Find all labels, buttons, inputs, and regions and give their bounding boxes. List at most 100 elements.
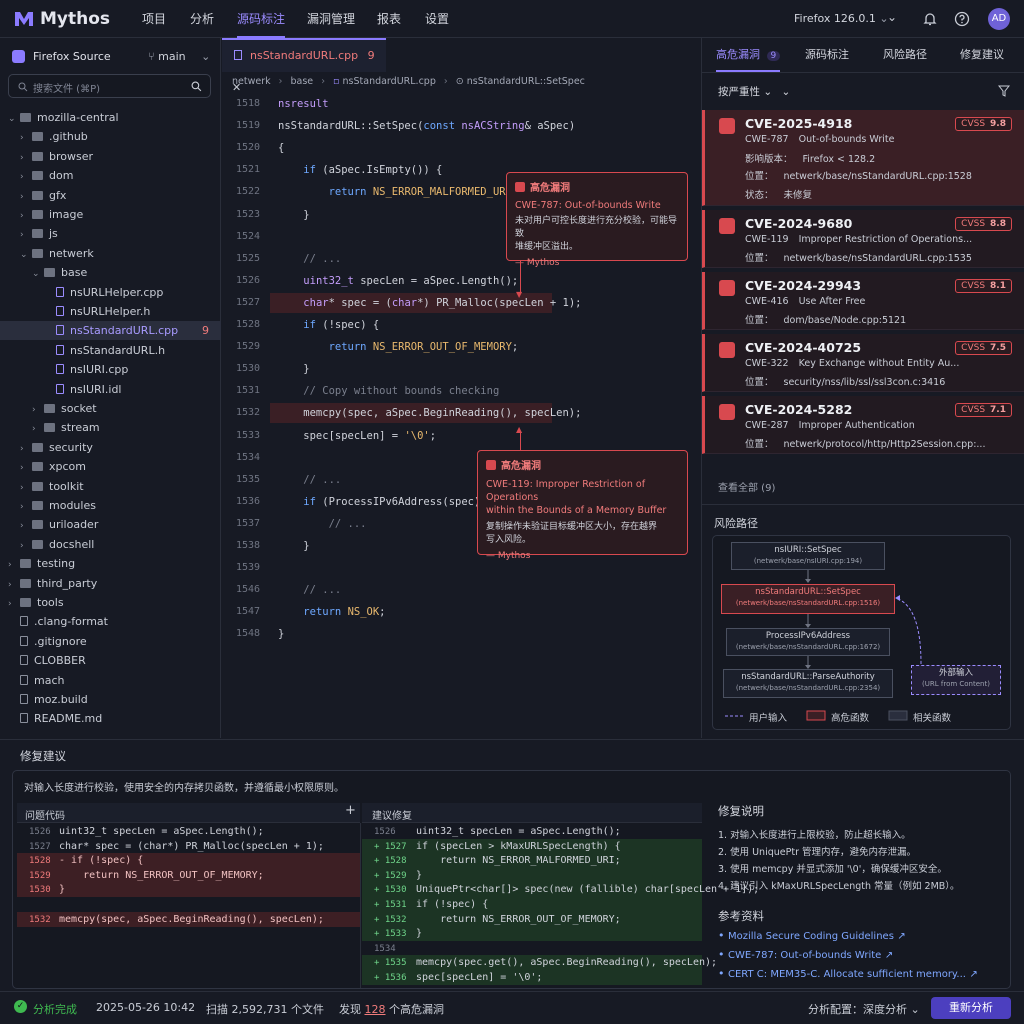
reference-link[interactable]: • Mozilla Secure Coding Guidelines ↗	[718, 929, 978, 948]
chevron-right-icon[interactable]: ›	[20, 517, 32, 536]
reference-link[interactable]: • CWE-787: Out-of-bounds Write ↗	[718, 948, 978, 967]
location-value[interactable]: dom/base/Node.cpp:5121	[784, 315, 907, 326]
tree-item-dom[interactable]: › dom	[0, 166, 221, 185]
tree-item-nsstandardurl-cpp[interactable]: nsStandardURL.cpp 9	[0, 321, 221, 341]
tree-item-docshell[interactable]: › docshell	[0, 535, 221, 554]
chevron-right-icon[interactable]: ›	[20, 149, 32, 168]
nav-reports[interactable]: 报表	[377, 0, 401, 38]
analysis-config-select[interactable]: 分析配置：深度分析 ⌄	[808, 1001, 920, 1017]
chevron-down-icon[interactable]: ⌄	[32, 265, 44, 284]
filter-icon[interactable]	[998, 85, 1010, 97]
browser-version-select[interactable]: Firefox 126.0.1 ⌄	[794, 12, 889, 25]
add-icon[interactable]: +	[345, 803, 356, 818]
tree-item-third-party[interactable]: › third_party	[0, 574, 221, 593]
branch-selector[interactable]: ⑂ main ⌄	[148, 50, 210, 63]
breadcrumb-netwerk[interactable]: netwerk	[232, 76, 271, 87]
expand-icon[interactable]: ⌄	[887, 10, 897, 24]
reanalyze-button[interactable]: 重新分析	[931, 997, 1011, 1019]
tree-item-gitignore[interactable]: .gitignore	[0, 632, 221, 651]
cve-card-cve-2024-9680[interactable]: CVE-2024-9680 CVSS 8.8 CWE-119 Improper Rest…	[702, 210, 1024, 268]
location-value[interactable]: security/nss/lib/ssl/ssl3con.c:3416	[784, 377, 946, 388]
view-all-link[interactable]: 查看全部 (9)	[718, 479, 775, 494]
tree-item-nsurlhelper-cpp[interactable]: nsURLHelper.cpp	[0, 283, 221, 302]
breadcrumb-base[interactable]: base	[291, 76, 314, 87]
tree-item-uriloader[interactable]: › uriloader	[0, 515, 221, 534]
tree-item-nsiuri-cpp[interactable]: nsIURI.cpp	[0, 360, 221, 379]
chevron-right-icon[interactable]: ›	[20, 226, 32, 245]
tree-item-moz-build[interactable]: moz.build	[0, 690, 221, 709]
tree-item-security[interactable]: › security	[0, 438, 221, 457]
chevron-right-icon[interactable]: ›	[20, 537, 32, 556]
search-submit-icon[interactable]	[191, 81, 202, 92]
tree-item-js[interactable]: › js	[0, 224, 221, 243]
chevron-right-icon[interactable]: ›	[20, 207, 32, 226]
source-selector[interactable]: Firefox Source	[12, 50, 111, 63]
tree-item-nsiuri-idl[interactable]: nsIURI.idl	[0, 380, 221, 399]
app-logo[interactable]: Mythos	[14, 9, 136, 29]
tree-item-gfx[interactable]: › gfx	[0, 186, 221, 205]
graph-node-processipv6address[interactable]: ProcessIPv6Address (netwerk/base/nsStanda…	[726, 628, 890, 656]
tree-item-clang-format[interactable]: .clang-format	[0, 612, 221, 631]
graph-node-external-input[interactable]: 外部输入 (URL from Content)	[911, 665, 1001, 695]
breadcrumb-file[interactable]: nsStandardURL.cpp	[343, 76, 436, 87]
tree-item-modules[interactable]: › modules	[0, 496, 221, 515]
file-search-input[interactable]: 搜索文件 (⌘P)	[8, 74, 211, 98]
cve-card-cve-2025-4918[interactable]: CVE-2025-4918 CVSS 9.8 CWE-787 Out-of-bounds…	[702, 110, 1024, 206]
tree-item-toolkit[interactable]: › toolkit	[0, 477, 221, 496]
reference-link[interactable]: • CERT C: MEM35-C. Allocate sufficient m…	[718, 967, 978, 986]
tree-item-base[interactable]: ⌄ base	[0, 263, 221, 282]
tree-item-nsstandardurl-h[interactable]: nsStandardURL.h	[0, 341, 221, 360]
tab-fix-suggestion[interactable]: 修复建议	[960, 38, 1004, 72]
tab-source-annotation[interactable]: 源码标注	[805, 38, 849, 72]
graph-node-nsiuri-setspec[interactable]: nsIURI::SetSpec (netwerk/base/nsIURI.cpp:…	[731, 542, 885, 570]
chevron-right-icon[interactable]: ›	[32, 401, 44, 420]
tree-item-image[interactable]: › image	[0, 205, 221, 224]
tree-item-mozilla-central[interactable]: ⌄ mozilla-central	[0, 108, 221, 127]
tree-item-xpcom[interactable]: › xpcom	[0, 457, 221, 476]
graph-node-nsstandardurl-setspec[interactable]: nsStandardURL::SetSpec (netwerk/base/nsSt…	[721, 584, 895, 614]
sort-selector[interactable]: 按严重性 ⌄ ⌄	[718, 84, 790, 99]
breadcrumb-function[interactable]: nsStandardURL::SetSpec	[467, 76, 585, 87]
tree-item-stream[interactable]: › stream	[0, 418, 221, 437]
avatar[interactable]: AD	[988, 8, 1010, 30]
tree-item-readme-md[interactable]: README.md	[0, 709, 221, 728]
annotation-cwe-119[interactable]: 高危漏洞 CWE-119: Improper Restriction of Op…	[477, 450, 688, 561]
tree-item-nsurlhelper-h[interactable]: nsURLHelper.h	[0, 302, 221, 321]
cve-card-cve-2024-40725[interactable]: CVE-2024-40725 CVSS 7.5 CWE-322 Key Exchange…	[702, 334, 1024, 392]
found-count[interactable]: 128	[365, 1003, 386, 1016]
nav-analysis[interactable]: 分析	[190, 0, 214, 38]
chevron-right-icon[interactable]: ›	[20, 168, 32, 187]
bell-icon[interactable]	[922, 11, 938, 27]
location-value[interactable]: netwerk/protocol/http/Http2Session.cpp:.…	[784, 439, 986, 450]
chevron-right-icon[interactable]: ›	[20, 188, 32, 207]
sort-direction-icon[interactable]: ⌄	[782, 86, 791, 98]
location-value[interactable]: netwerk/base/nsStandardURL.cpp:1535	[784, 253, 972, 264]
nav-settings[interactable]: 设置	[425, 0, 449, 38]
chevron-right-icon[interactable]: ›	[20, 440, 32, 459]
nav-projects[interactable]: 项目	[142, 0, 166, 38]
chevron-right-icon[interactable]: ›	[20, 479, 32, 498]
cve-card-cve-2024-5282[interactable]: CVE-2024-5282 CVSS 7.1 CWE-287 Improper Auth…	[702, 396, 1024, 454]
chevron-right-icon[interactable]: ›	[20, 459, 32, 478]
location-value[interactable]: netwerk/base/nsStandardURL.cpp:1528	[784, 171, 972, 182]
chevron-right-icon[interactable]: ›	[8, 556, 20, 575]
tree-item-mach[interactable]: mach	[0, 671, 221, 690]
tab-nsstandardurl[interactable]: nsStandardURL.cpp 9 ✕	[222, 38, 386, 94]
chevron-down-icon[interactable]: ⌄	[20, 246, 32, 265]
nav-source-annotation[interactable]: 源码标注	[237, 0, 286, 38]
chevron-right-icon[interactable]: ›	[8, 595, 20, 614]
chevron-right-icon[interactable]: ›	[32, 420, 44, 439]
tree-item-testing[interactable]: › testing	[0, 554, 221, 573]
chevron-down-icon[interactable]: ⌄	[8, 110, 20, 129]
tree-item-tools[interactable]: › tools	[0, 593, 221, 612]
chevron-right-icon[interactable]: ›	[20, 498, 32, 517]
tree-item-socket[interactable]: › socket	[0, 399, 221, 418]
tree-item-clobber[interactable]: CLOBBER	[0, 651, 221, 670]
help-icon[interactable]	[954, 11, 970, 27]
cve-card-cve-2024-29943[interactable]: CVE-2024-29943 CVSS 8.1 CWE-416 Use After Fr…	[702, 272, 1024, 330]
graph-node-parseauthority[interactable]: nsStandardURL::ParseAuthority (netwerk/ba…	[723, 669, 893, 698]
chevron-right-icon[interactable]: ›	[20, 129, 32, 148]
tab-risk-path[interactable]: 风险路径	[883, 38, 927, 72]
tab-high-risk[interactable]: 高危漏洞 9	[716, 38, 781, 72]
nav-vuln-management[interactable]: 漏洞管理	[307, 0, 355, 38]
